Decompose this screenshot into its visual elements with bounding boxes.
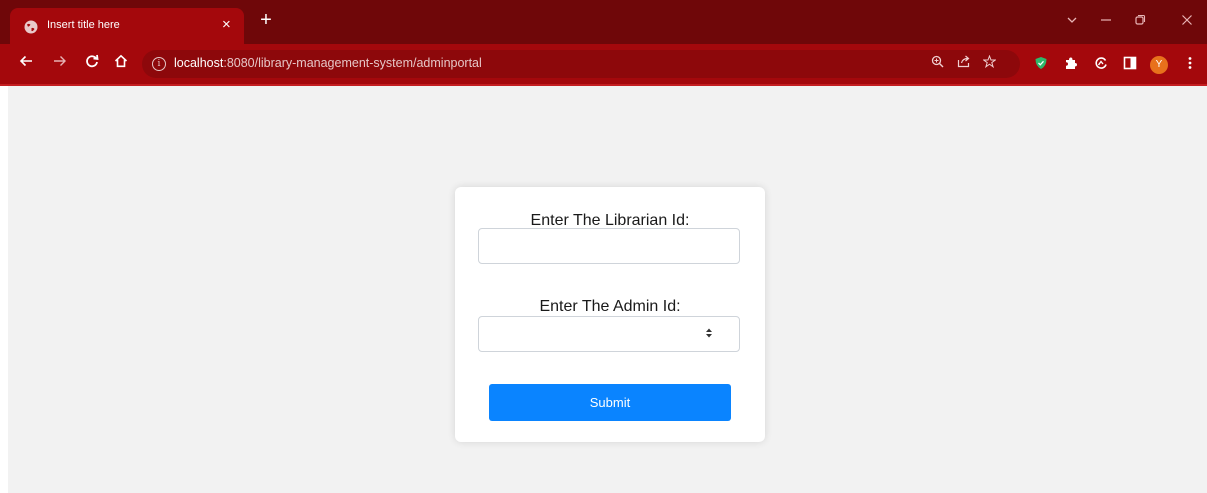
librarian-id-input[interactable] xyxy=(478,228,740,264)
restore-icon[interactable] xyxy=(1131,12,1149,30)
globe-icon xyxy=(24,20,38,34)
zoom-icon[interactable] xyxy=(928,55,946,73)
submit-button[interactable]: Submit xyxy=(489,384,731,421)
star-icon[interactable] xyxy=(980,54,998,73)
tab-strip: Insert title here × + xyxy=(0,0,1207,44)
shield-icon[interactable] xyxy=(1032,56,1050,74)
url-text[interactable]: localhost:8080/library-management-system… xyxy=(174,56,482,70)
forward-arrow-icon[interactable] xyxy=(50,54,70,74)
sync-icon[interactable] xyxy=(1092,56,1110,74)
tab-search-icon[interactable] xyxy=(1063,12,1081,30)
back-arrow-icon[interactable] xyxy=(16,54,36,74)
home-icon[interactable] xyxy=(111,54,131,74)
sidepanel-icon[interactable] xyxy=(1121,56,1139,74)
url-host: localhost xyxy=(174,56,224,70)
kebab-menu-icon[interactable] xyxy=(1181,56,1199,74)
close-tab-icon[interactable]: × xyxy=(222,17,231,33)
admin-id-label: Enter The Admin Id: xyxy=(539,298,681,315)
window-close-icon[interactable] xyxy=(1178,12,1196,30)
page-viewport: Enter The Librarian Id: Enter The Admin … xyxy=(8,86,1207,493)
url-path: :8080/library-management-system/adminpor… xyxy=(223,56,482,70)
number-spinner-icon[interactable] xyxy=(704,327,714,341)
browser-toolbar: i localhost:8080/library-management-syst… xyxy=(0,44,1207,84)
reload-icon[interactable] xyxy=(82,54,102,74)
admin-id-input[interactable] xyxy=(478,316,740,352)
info-icon[interactable]: i xyxy=(152,57,166,71)
minimize-icon[interactable] xyxy=(1097,12,1115,30)
login-card: Enter The Librarian Id: Enter The Admin … xyxy=(455,187,765,442)
address-bar[interactable]: i localhost:8080/library-management-syst… xyxy=(142,50,1020,78)
profile-avatar[interactable]: Y xyxy=(1150,56,1168,74)
browser-tab[interactable]: Insert title here × xyxy=(10,8,244,44)
share-icon[interactable] xyxy=(954,55,972,73)
new-tab-button[interactable]: + xyxy=(256,10,276,30)
tab-title: Insert title here xyxy=(47,19,120,31)
puzzle-icon[interactable] xyxy=(1062,56,1080,74)
